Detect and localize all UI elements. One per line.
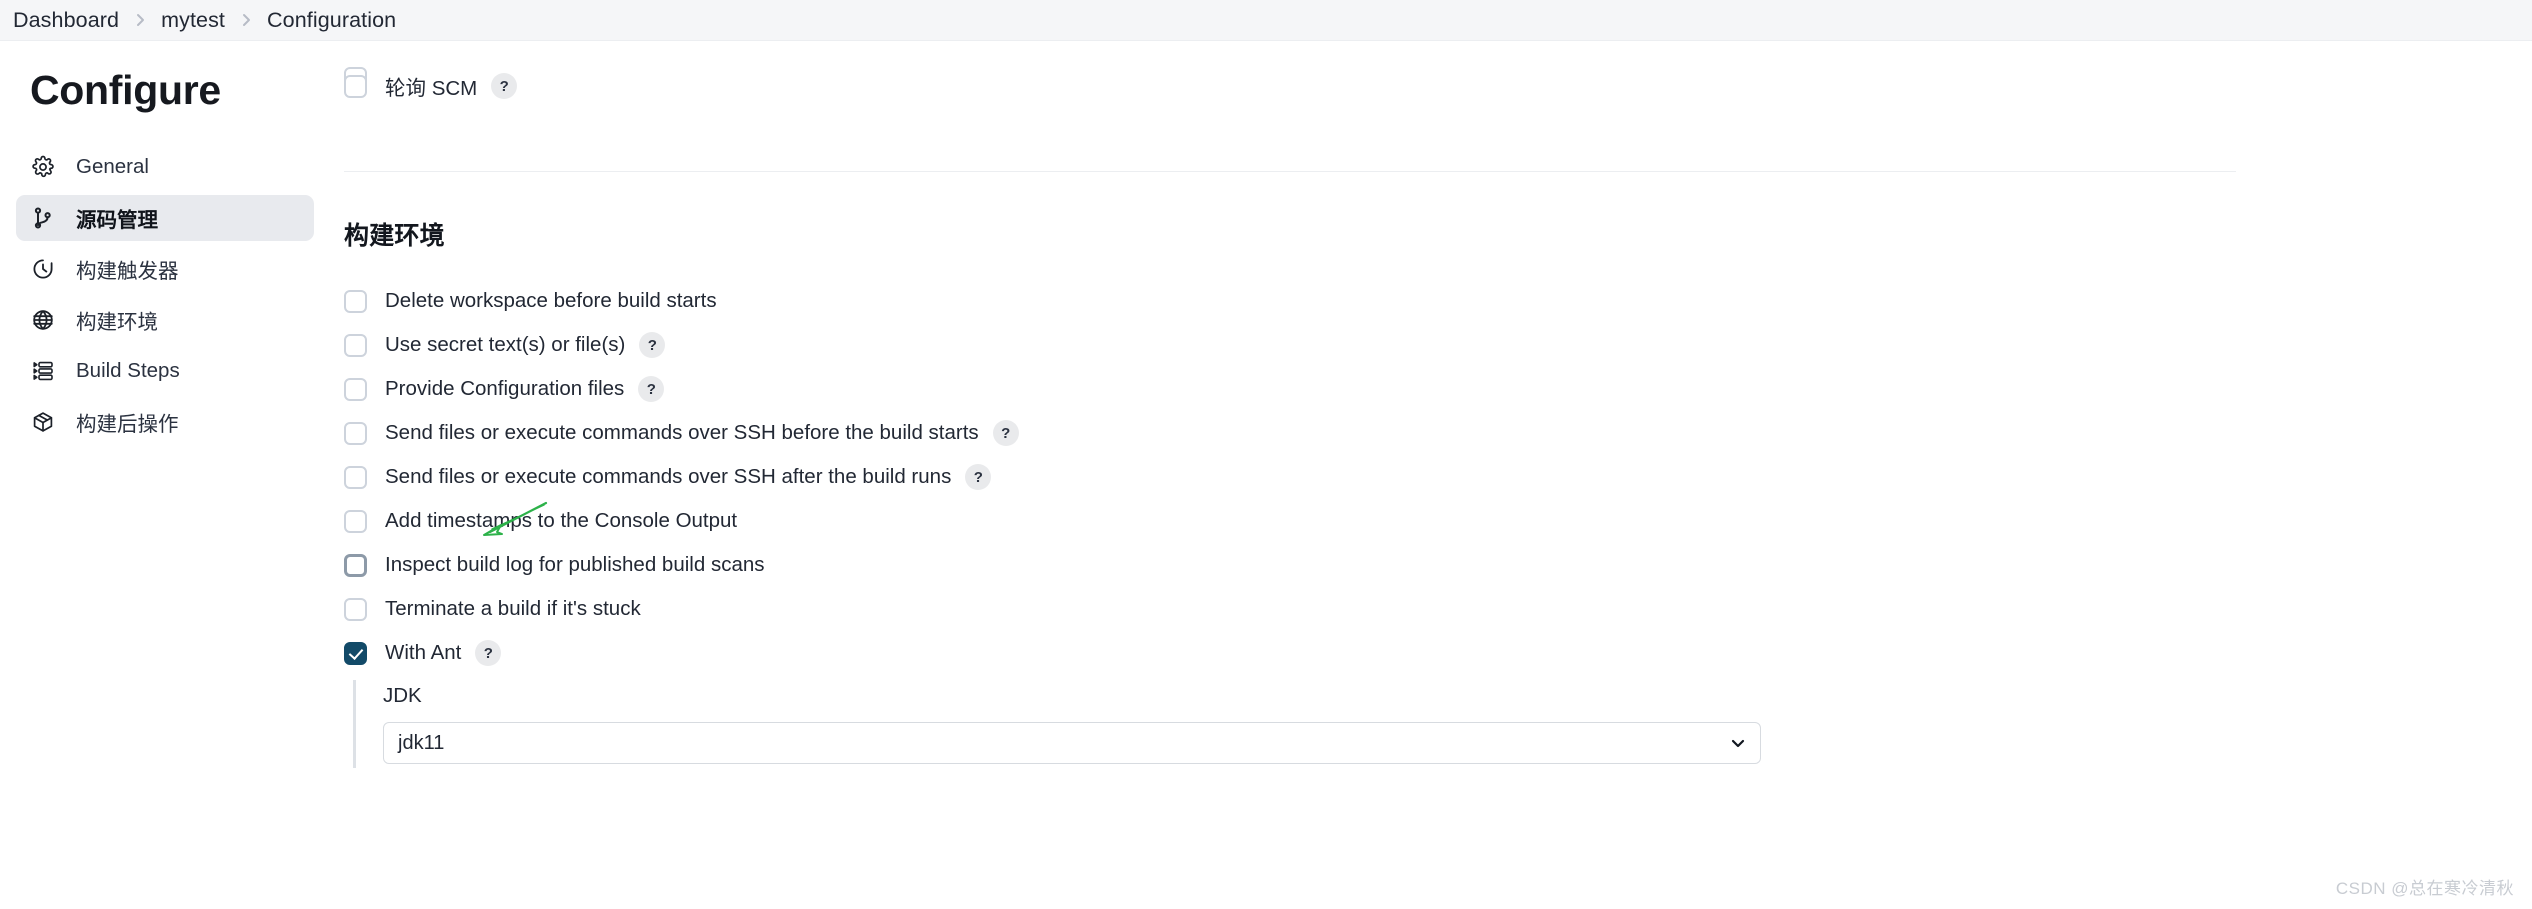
- jdk-field-label: JDK: [383, 684, 422, 707]
- checkbox-row-use-secret-text-or-files: Use secret text(s) or file(s) ?: [344, 328, 2532, 362]
- with-ant-checkbox[interactable]: [344, 641, 367, 665]
- checkbox-row-terminate-build-if-stuck: Terminate a build if it's stuck: [344, 592, 2532, 626]
- checkbox-label: Delete workspace before build starts: [385, 289, 717, 312]
- checkbox-row-with-ant: With Ant ?: [344, 636, 2532, 670]
- use-secret-text-checkbox[interactable]: [344, 333, 367, 357]
- build-environment-checkbox-list: Delete workspace before build starts Use…: [344, 284, 2532, 768]
- sidebar-nav: General 源码管理 构建触发器 构建环境 Build Steps 构建后操…: [0, 144, 330, 445]
- jdk-select[interactable]: jdk11: [383, 722, 1761, 764]
- ssh-after-build-checkbox[interactable]: [344, 465, 367, 489]
- add-timestamps-checkbox[interactable]: [344, 509, 367, 533]
- inspect-build-log-checkbox[interactable]: [344, 553, 367, 577]
- chevron-right-icon: [119, 12, 161, 28]
- checkbox-label: Provide Configuration files: [385, 377, 625, 400]
- section-divider: [344, 171, 2236, 172]
- section-heading-build-environment: 构建环境: [344, 222, 445, 250]
- sidebar-item-label: Build Steps: [76, 359, 180, 382]
- help-icon[interactable]: ?: [638, 376, 665, 402]
- checkbox-label: Send files or execute commands over SSH …: [385, 421, 979, 444]
- breadcrumb: Dashboard mytest Configuration: [0, 0, 2532, 41]
- checkbox-row-inspect-build-log: Inspect build log for published build sc…: [344, 548, 2532, 582]
- checkbox-row-ssh-after-build: Send files or execute commands over SSH …: [344, 460, 2532, 494]
- terminate-build-checkbox[interactable]: [344, 597, 367, 621]
- help-icon[interactable]: ?: [965, 464, 992, 490]
- jdk-select-wrapper: jdk11: [383, 722, 1761, 764]
- checkbox-label: Terminate a build if it's stuck: [385, 597, 641, 620]
- sidebar-item-label: 构建环境: [76, 311, 158, 334]
- help-icon[interactable]: ?: [475, 640, 502, 666]
- sidebar: Configure General 源码管理 构建触发器 构建环境 Build …: [0, 41, 330, 909]
- poll-scm-label: 轮询 SCM: [385, 77, 478, 100]
- checkbox-row-poll-scm: 轮询 SCM ?: [344, 69, 2532, 103]
- sidebar-item-label: 构建触发器: [76, 260, 179, 283]
- checkbox-row-delete-workspace: Delete workspace before build starts: [344, 284, 2532, 318]
- jdk-selected-value: jdk11: [398, 731, 445, 754]
- checkbox-label: Use secret text(s) or file(s): [385, 333, 626, 356]
- sidebar-item-build-environment[interactable]: 构建环境: [16, 297, 314, 343]
- sidebar-item-build-triggers[interactable]: 构建触发器: [16, 246, 314, 292]
- page-title: Configure: [30, 67, 221, 113]
- checkbox-label: With Ant: [385, 641, 462, 664]
- globe-icon: [30, 307, 56, 333]
- breadcrumb-item-mytest[interactable]: mytest: [161, 8, 225, 33]
- main-content: 轮询 SCM ? 构建环境 Delete workspace before bu…: [330, 41, 2532, 909]
- help-icon[interactable]: ?: [491, 73, 518, 99]
- checkbox-label: Add timestamps to the Console Output: [385, 509, 738, 532]
- sidebar-item-general[interactable]: General: [16, 144, 314, 190]
- breadcrumb-item-dashboard[interactable]: Dashboard: [13, 8, 119, 33]
- help-icon[interactable]: ?: [992, 420, 1019, 446]
- sidebar-item-label: 源码管理: [76, 209, 158, 232]
- chevron-right-icon: [225, 12, 267, 28]
- watermark: CSDN @总在寒冷清秋: [2335, 879, 2514, 898]
- sidebar-item-post-build-actions[interactable]: 构建后操作: [16, 399, 314, 445]
- checkbox-row-provide-configuration-files: Provide Configuration files ?: [344, 372, 2532, 406]
- ssh-before-build-checkbox[interactable]: [344, 421, 367, 445]
- provide-configuration-files-checkbox[interactable]: [344, 377, 367, 401]
- git-branch-icon: [30, 205, 56, 231]
- clock-icon: [30, 256, 56, 282]
- gear-icon: [30, 154, 56, 180]
- checkbox-label: Send files or execute commands over SSH …: [385, 465, 952, 488]
- help-icon[interactable]: ?: [639, 332, 666, 358]
- list-steps-icon: [30, 358, 56, 384]
- sidebar-item-build-steps[interactable]: Build Steps: [16, 348, 314, 394]
- checkbox-label: Inspect build log for published build sc…: [385, 553, 765, 576]
- poll-scm-checkbox[interactable]: [344, 74, 367, 98]
- checkbox-row-add-timestamps: Add timestamps to the Console Output: [344, 504, 2532, 538]
- with-ant-nested-settings: JDK jdk11: [353, 680, 2532, 768]
- package-icon: [30, 409, 56, 435]
- breadcrumb-item-configuration[interactable]: Configuration: [267, 8, 396, 33]
- checkbox-row-ssh-before-build: Send files or execute commands over SSH …: [344, 416, 2532, 450]
- sidebar-item-label: 构建后操作: [76, 413, 179, 436]
- delete-workspace-checkbox[interactable]: [344, 289, 367, 313]
- sidebar-item-source-code-management[interactable]: 源码管理: [16, 195, 314, 241]
- sidebar-item-label: General: [76, 155, 149, 178]
